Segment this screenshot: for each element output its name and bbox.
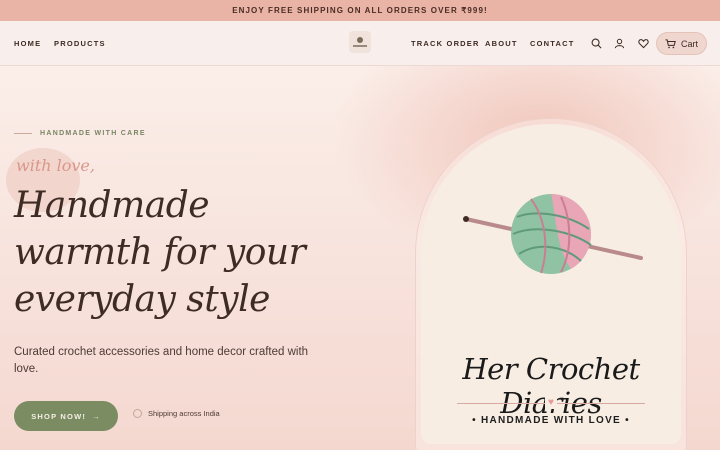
eyebrow-line xyxy=(14,133,32,134)
eyebrow-text: HANDMADE WITH CARE xyxy=(40,130,146,137)
nav-about[interactable]: ABOUT xyxy=(485,21,518,66)
arrow-right-icon: → xyxy=(92,411,101,421)
brand-tagline: • HANDMADE WITH LOVE • xyxy=(472,415,630,426)
cart-label: Cart xyxy=(680,38,698,49)
shipping-note: Shipping across India xyxy=(133,409,220,418)
hero-subtext: Curated crochet accessories and home dec… xyxy=(14,346,309,375)
hero-headline: Handmade warmth for your everyday style xyxy=(14,185,306,320)
brand-name: Her Crochet Diaries xyxy=(462,352,640,420)
script-accent: with love, xyxy=(16,156,95,175)
heart-icon[interactable] xyxy=(636,36,650,50)
shipping-icon xyxy=(133,409,142,418)
cart-button[interactable]: Cart xyxy=(656,32,707,55)
logo-mark xyxy=(357,37,363,43)
small-heart-icon: ♥ xyxy=(545,397,557,409)
shop-now-button[interactable]: SHOP NOW! → xyxy=(14,401,118,431)
shop-now-label: SHOP NOW! xyxy=(31,411,87,421)
nav-home[interactable]: HOME xyxy=(14,21,41,66)
hero-section: HANDMADE WITH CARE with love, Handmade w… xyxy=(0,66,720,450)
search-icon[interactable] xyxy=(589,36,603,50)
brand-card: Her Crochet Diaries ♥ • HANDMADE WITH LO… xyxy=(421,124,681,444)
hero-eyebrow: HANDMADE WITH CARE xyxy=(14,130,146,137)
announcement-text: ENJOY FREE SHIPPING ON ALL ORDERS OVER ₹… xyxy=(232,6,488,15)
announcement-bar: ENJOY FREE SHIPPING ON ALL ORDERS OVER ₹… xyxy=(0,0,720,21)
logo-wordmark xyxy=(353,45,367,47)
logo[interactable] xyxy=(349,31,371,53)
nav-products[interactable]: PRODUCTS xyxy=(54,21,106,66)
shipping-text: Shipping across India xyxy=(148,409,220,418)
user-icon[interactable] xyxy=(612,36,626,50)
nav-contact[interactable]: CONTACT xyxy=(530,21,575,66)
yarn-ball-icon xyxy=(463,194,643,274)
main-navbar: HOME PRODUCTS TRACK ORDER ABOUT CONTACT … xyxy=(0,21,720,66)
cart-icon xyxy=(665,38,676,48)
nav-track-order[interactable]: TRACK ORDER xyxy=(411,21,480,66)
